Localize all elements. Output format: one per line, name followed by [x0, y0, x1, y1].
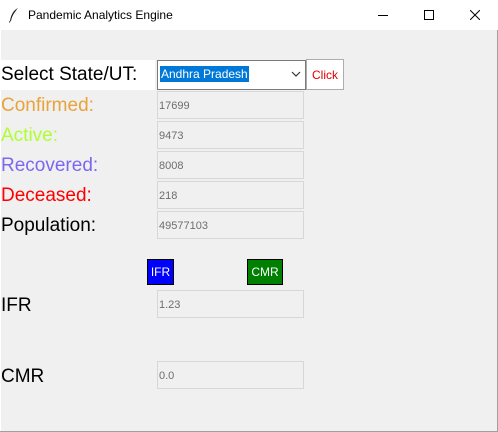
selected-state: Andhra Pradesh: [160, 66, 249, 82]
ifr-button[interactable]: IFR: [147, 259, 174, 285]
cmr-field[interactable]: 0.0: [157, 361, 304, 389]
population-label: Population:: [1, 215, 97, 236]
recovered-field[interactable]: 8008: [157, 151, 304, 179]
minimize-icon: [378, 15, 388, 16]
click-button[interactable]: Click: [306, 59, 344, 90]
recovered-label: Recovered:: [1, 155, 99, 176]
close-button[interactable]: [452, 0, 498, 30]
maximize-icon: [424, 10, 434, 20]
ifr-field[interactable]: 1.23: [157, 290, 304, 318]
window-title: Pandemic Analytics Engine: [28, 8, 173, 22]
state-combobox[interactable]: Andhra Pradesh: [157, 60, 306, 90]
confirmed-field[interactable]: 17699: [157, 91, 304, 119]
chevron-down-icon[interactable]: [291, 71, 301, 78]
confirmed-label: Confirmed:: [1, 95, 94, 116]
cmr-button[interactable]: CMR: [247, 259, 283, 285]
minimize-button[interactable]: [360, 0, 406, 30]
cmr-label: CMR: [1, 366, 45, 387]
close-icon: [470, 10, 480, 20]
population-field[interactable]: 49577103: [157, 211, 304, 239]
active-field[interactable]: 9473: [157, 121, 304, 149]
feather-icon: [9, 8, 18, 23]
select-state-label: Select State/UT:: [1, 64, 138, 85]
active-label: Active:: [1, 125, 59, 146]
ifr-label: IFR: [1, 295, 32, 316]
title-bar[interactable]: Pandemic Analytics Engine: [0, 0, 498, 30]
maximize-button[interactable]: [406, 0, 452, 30]
deceased-field[interactable]: 218: [157, 181, 304, 209]
deceased-label: Deceased:: [1, 185, 92, 206]
